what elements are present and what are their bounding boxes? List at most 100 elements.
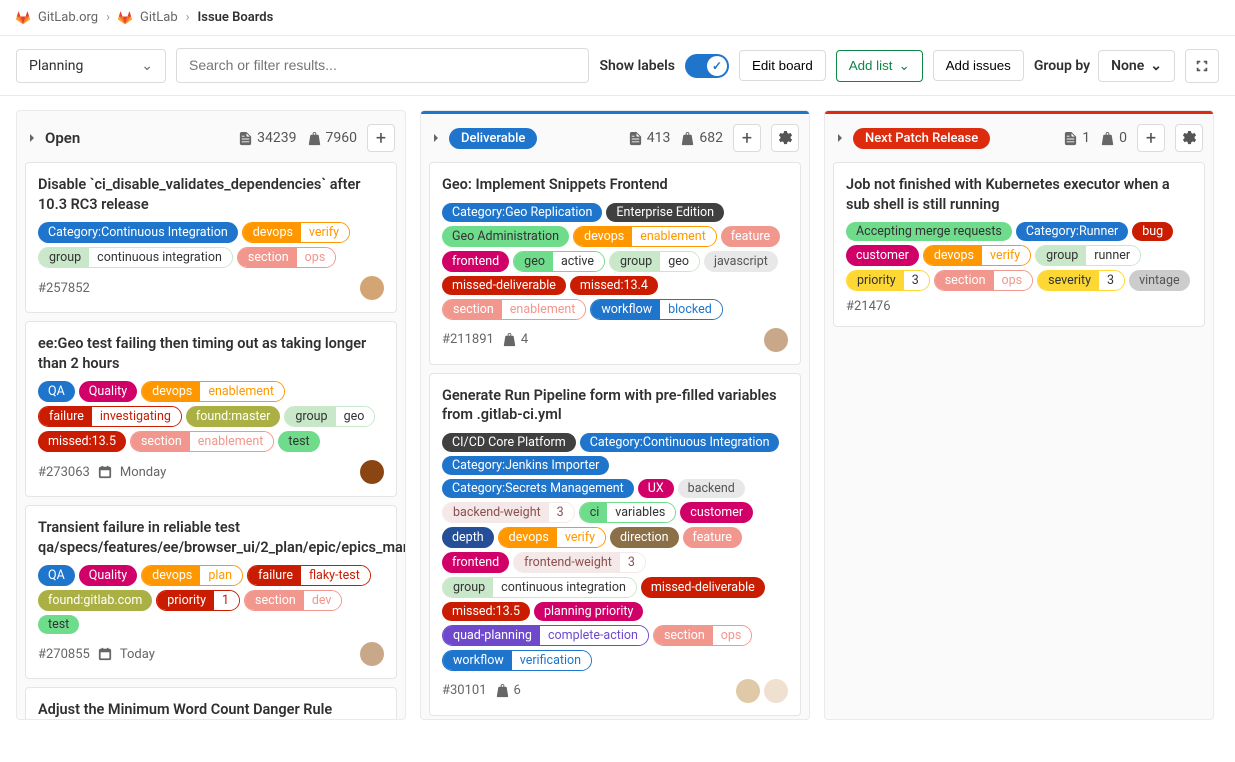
scoped-label[interactable]: devopsverify [498, 527, 606, 548]
issue-card[interactable]: Geo: Implement Snippets Frontend Categor… [429, 162, 801, 365]
label[interactable]: missed:13.4 [570, 276, 658, 295]
group-by-selector[interactable]: None ⌄ [1098, 50, 1175, 82]
list-title[interactable]: Deliverable [449, 128, 537, 149]
scoped-label[interactable]: civariables [579, 502, 677, 523]
scoped-label[interactable]: backend-weight3 [442, 502, 575, 523]
scoped-label[interactable]: sectionops [653, 625, 752, 646]
scoped-label[interactable]: priority1 [156, 590, 240, 611]
label[interactable]: planning priority [534, 602, 643, 621]
issue-card[interactable]: ee:Geo test failing then timing out as t… [25, 321, 397, 497]
add-issue-button[interactable]: + [1137, 124, 1165, 152]
label[interactable]: customer [846, 245, 919, 266]
add-issue-button[interactable]: + [733, 124, 761, 152]
label[interactable]: missed-deliverable [442, 276, 566, 295]
avatar[interactable] [736, 679, 760, 703]
add-issue-button[interactable]: + [367, 124, 395, 152]
label[interactable]: missed:13.5 [442, 602, 530, 621]
scoped-label[interactable]: sectionops [934, 270, 1033, 291]
scoped-label[interactable]: sectionops [237, 247, 336, 268]
add-issues-button[interactable]: Add issues [933, 50, 1024, 81]
label[interactable]: Geo Administration [442, 226, 569, 247]
issue-card[interactable]: Disable `ci_disable_validates_dependenci… [25, 162, 397, 313]
search-filter[interactable] [176, 48, 589, 83]
issue-card[interactable]: Transient failure in reliable test qa/sp… [25, 505, 397, 679]
list-body[interactable]: Job not finished with Kubernetes executo… [825, 162, 1213, 719]
list-settings-button[interactable] [1175, 124, 1203, 152]
label[interactable]: direction [610, 527, 679, 548]
avatar[interactable] [360, 642, 384, 666]
label[interactable]: Category:Secrets Management [442, 479, 634, 498]
label[interactable]: bug [1132, 222, 1173, 241]
list-settings-button[interactable] [771, 124, 799, 152]
label[interactable]: Category:Continuous Integration [580, 433, 780, 452]
label[interactable]: Category:Geo Replication [442, 203, 602, 222]
label[interactable]: QA [38, 565, 75, 586]
label[interactable]: depth [442, 527, 494, 548]
scoped-label[interactable]: grouprunner [1035, 245, 1141, 266]
scoped-label[interactable]: sectionenablement [130, 431, 274, 452]
label[interactable]: test [278, 431, 319, 452]
label[interactable]: found:gitlab.com [38, 590, 152, 611]
label[interactable]: Category:Continuous Integration [38, 222, 238, 243]
edit-board-button[interactable]: Edit board [739, 50, 826, 81]
label[interactable]: Enterprise Edition [606, 203, 724, 222]
scoped-label[interactable]: groupgeo [609, 251, 700, 272]
issue-card[interactable]: Adjust the Minimum Word Count Danger Rul… [25, 687, 397, 719]
scoped-label[interactable]: frontend-weight3 [513, 552, 646, 573]
breadcrumb-group[interactable]: GitLab.org [38, 10, 98, 25]
label[interactable]: Quality [79, 381, 137, 402]
issue-card[interactable]: Job not finished with Kubernetes executo… [833, 162, 1205, 327]
label[interactable]: customer [680, 502, 753, 523]
label[interactable]: Category:Jenkins Importer [442, 456, 609, 475]
scoped-label[interactable]: quad-planningcomplete-action [442, 625, 649, 646]
scoped-label[interactable]: devopsenablement [141, 381, 285, 402]
scoped-label[interactable]: severity3 [1037, 270, 1125, 291]
list-title[interactable]: Next Patch Release [853, 128, 990, 149]
scoped-label[interactable]: groupgeo [284, 406, 375, 427]
breadcrumb-project[interactable]: GitLab [140, 10, 178, 25]
avatar[interactable] [764, 328, 788, 352]
label[interactable]: UX [638, 479, 674, 498]
scoped-label[interactable]: workflowblocked [590, 299, 722, 320]
chevron-right-icon[interactable] [835, 133, 845, 143]
show-labels-toggle[interactable]: ✓ [685, 54, 729, 78]
label[interactable]: Accepting merge requests [846, 222, 1012, 241]
label[interactable]: frontend [442, 251, 509, 272]
issue-card[interactable]: Generate Run Pipeline form with pre-fill… [429, 373, 801, 716]
scoped-label[interactable]: failureinvestigating [38, 406, 182, 427]
scoped-label[interactable]: groupcontinuous integration [38, 247, 233, 268]
scoped-label[interactable]: geoactive [513, 251, 605, 272]
focus-mode-button[interactable] [1185, 49, 1219, 83]
scoped-label[interactable]: devopsverify [923, 245, 1031, 266]
avatar[interactable] [764, 679, 788, 703]
label[interactable]: missed-deliverable [641, 577, 765, 598]
scoped-label[interactable]: groupcontinuous integration [442, 577, 637, 598]
label[interactable]: feature [683, 527, 742, 548]
label[interactable]: missed:13.5 [38, 431, 126, 452]
scoped-label[interactable]: sectiondev [244, 590, 342, 611]
list-body[interactable]: Geo: Implement Snippets Frontend Categor… [421, 162, 809, 719]
label[interactable]: found:master [186, 406, 281, 427]
add-list-button[interactable]: Add list ⌄ [836, 50, 923, 82]
search-input[interactable] [189, 57, 576, 73]
label[interactable]: feature [721, 226, 780, 247]
scoped-label[interactable]: devopsverify [242, 222, 350, 243]
label[interactable]: frontend [442, 552, 509, 573]
label[interactable]: test [38, 615, 79, 634]
label[interactable]: Quality [79, 565, 137, 586]
chevron-right-icon[interactable] [431, 133, 441, 143]
chevron-right-icon[interactable] [27, 133, 37, 143]
scoped-label[interactable]: priority3 [846, 270, 930, 291]
avatar[interactable] [360, 276, 384, 300]
label[interactable]: vintage [1129, 270, 1190, 291]
label[interactable]: Category:Runner [1016, 222, 1128, 241]
scoped-label[interactable]: devopsplan [141, 565, 243, 586]
label[interactable]: javascript [704, 251, 778, 272]
label[interactable]: QA [38, 381, 75, 402]
board-selector[interactable]: Planning ⌄ [16, 49, 166, 83]
label[interactable]: CI/CD Core Platform [442, 433, 576, 452]
scoped-label[interactable]: workflowverification [442, 650, 592, 671]
scoped-label[interactable]: failureflaky-test [247, 565, 371, 586]
scoped-label[interactable]: sectionenablement [442, 299, 586, 320]
label[interactable]: backend [678, 479, 745, 498]
